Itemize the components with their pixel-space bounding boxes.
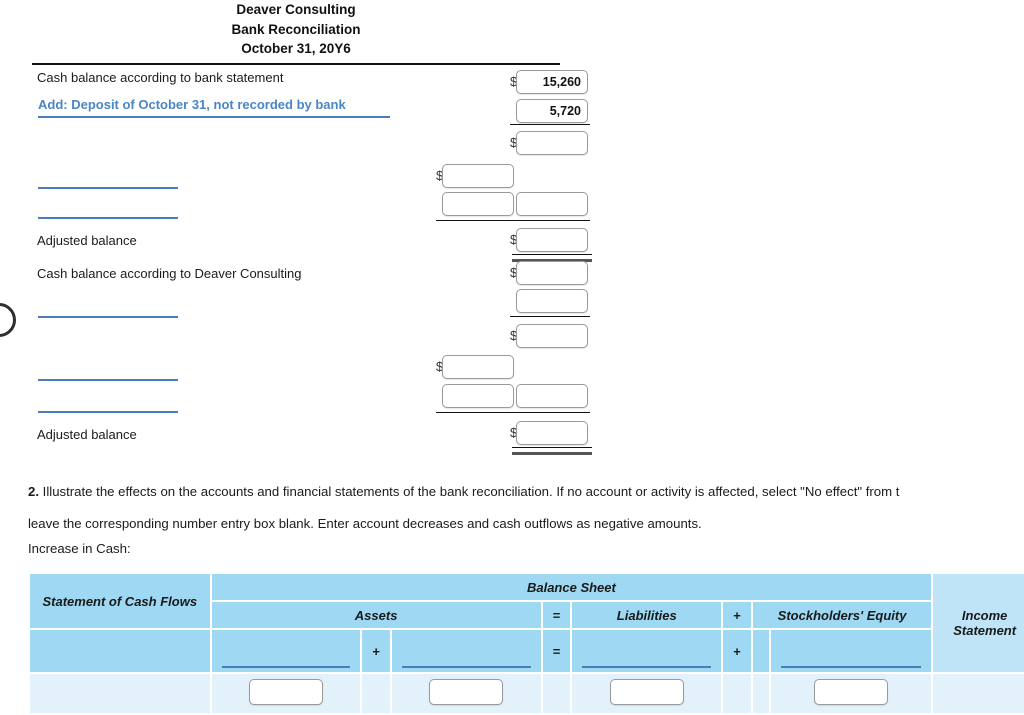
row-book-subtotal: $ <box>32 323 588 352</box>
cell-spacer-2 <box>752 674 770 713</box>
row-bank-subtotal: $ <box>32 123 590 159</box>
bank-deduction-2-select[interactable] <box>38 198 178 219</box>
book-deduction-2-input[interactable] <box>442 383 514 408</box>
cell-liability-amount <box>572 674 722 713</box>
book-addition-1-input[interactable] <box>516 288 588 313</box>
statement-date: October 31, 20Y6 <box>241 41 351 56</box>
asset-2-select[interactable] <box>401 665 531 668</box>
equity-select[interactable] <box>781 665 922 668</box>
liability-select[interactable] <box>582 665 712 668</box>
row-bank-balance: Cash balance according to bank statement… <box>32 65 588 96</box>
company-balance-input[interactable] <box>516 260 588 285</box>
cell-liability-select <box>572 630 722 672</box>
cell-cash-flow-amount <box>30 674 210 713</box>
row-book-addition-1 <box>32 288 590 323</box>
asset-1-amount-input[interactable] <box>248 679 323 705</box>
operator-plus-assets: + <box>362 630 390 672</box>
question-2-line-1: 2. Illustrate the effects on the account… <box>28 476 1024 508</box>
bank-balance-input[interactable]: 15,260 <box>516 69 588 94</box>
adjusted-balance-label: Adjusted balance <box>37 232 137 248</box>
operator-equals-2: = <box>542 630 571 672</box>
book-deduction-1-input[interactable] <box>442 354 514 379</box>
row-company-balance: Cash balance according to Deaver Consult… <box>32 258 588 288</box>
cell-equity-amount <box>771 674 932 713</box>
book-deduction-2-select[interactable] <box>38 392 178 413</box>
row-bank-deduction-2 <box>32 189 590 226</box>
bank-reconciliation-form: Deaver Consulting Bank Reconciliation Oc… <box>32 0 592 455</box>
book-deduction-1-select[interactable] <box>38 360 178 381</box>
book-deductions-total-input[interactable] <box>516 383 588 408</box>
cell-income-statement-amount <box>933 674 1024 713</box>
book-addition-1-select[interactable] <box>38 297 178 318</box>
book-deduction-subtotal-rule <box>436 411 512 413</box>
statement-doc-title: Bank Reconciliation <box>231 21 361 37</box>
operator-equals: = <box>542 602 571 628</box>
bank-deduction-1-input[interactable] <box>442 163 514 188</box>
table-row-group-headers: Statement of Cash Flows Balance Sheet In… <box>30 574 1024 672</box>
row-add-deposit: Add: Deposit of October 31, not recorded… <box>32 96 588 126</box>
row-adjusted-balance-book: Adjusted balance $ <box>32 420 592 455</box>
liability-amount-input[interactable] <box>609 679 684 705</box>
question-2-text-1: Illustrate the effects on the accounts a… <box>42 484 900 499</box>
cell-asset-2-amount <box>391 674 541 713</box>
bank-total-rule <box>510 219 590 221</box>
adjusted-balance-bank-input[interactable] <box>516 227 588 252</box>
operator-plus-2: + <box>723 630 751 672</box>
header-income-statement: Income Statement <box>933 574 1024 672</box>
header-stockholders-equity: Stockholders' Equity <box>752 602 932 628</box>
statement-company-name: Deaver Consulting <box>236 2 356 17</box>
book-subtotal-rule <box>510 315 590 317</box>
cell-asset-1-select <box>211 630 361 672</box>
bank-subtotal-rule <box>510 123 590 125</box>
asset-2-amount-input[interactable] <box>429 679 504 705</box>
bank-deduction-1-select[interactable] <box>38 168 178 189</box>
cell-asset-2-select <box>391 630 541 672</box>
book-total-rule <box>510 411 590 413</box>
adjusted-balance-book-double-rule <box>512 446 592 455</box>
header-statement-of-cash-flows: Statement of Cash Flows <box>30 574 210 628</box>
asset-1-select[interactable] <box>221 665 351 668</box>
adjusted-balance-book-input[interactable] <box>516 420 588 445</box>
company-balance-label: Cash balance according to Deaver Consult… <box>37 265 302 281</box>
cell-asset-1-amount <box>211 674 361 713</box>
bank-deduction-2-input[interactable] <box>442 191 514 216</box>
row-book-deduction-2 <box>32 383 590 420</box>
bank-deduction-subtotal-rule <box>436 219 512 221</box>
bank-deductions-total-input[interactable] <box>516 191 588 216</box>
header-assets: Assets <box>211 602 541 628</box>
table-row-amount-entries <box>30 674 1024 713</box>
cell-cash-flow-select <box>30 630 210 672</box>
adjusted-balance-label-2: Adjusted balance <box>37 426 137 442</box>
row-bank-deduction-1: $ <box>32 159 560 189</box>
header-balance-sheet: Balance Sheet <box>211 574 932 600</box>
header-liabilities: Liabilities <box>572 602 722 628</box>
book-subtotal-input[interactable] <box>516 323 588 348</box>
question-2-number: 2. <box>28 484 39 499</box>
cell-equity-select <box>771 630 932 672</box>
bank-subtotal-input[interactable] <box>516 130 588 155</box>
add-deposit-input[interactable]: 5,720 <box>516 98 588 123</box>
equity-amount-input[interactable] <box>814 679 889 705</box>
row-book-deduction-1: $ <box>32 352 560 383</box>
bank-balance-label: Cash balance according to bank statement <box>37 69 284 85</box>
question-2-line-2: leave the corresponding number entry box… <box>28 516 702 531</box>
effects-table: Statement of Cash Flows Balance Sheet In… <box>28 572 1024 715</box>
cell-op-3 <box>723 674 751 713</box>
cutoff-circle-artifact <box>0 303 16 337</box>
question-2-block: 2. Illustrate the effects on the account… <box>28 476 1024 540</box>
increase-in-cash-label: Increase in Cash: <box>28 541 131 556</box>
cell-op-2 <box>542 674 571 713</box>
cell-spacer <box>752 630 770 672</box>
add-deposit-select[interactable]: Add: Deposit of October 31, not recorded… <box>38 97 390 118</box>
table-row-account-selects: + = + <box>30 630 1024 672</box>
row-adjusted-balance-bank: Adjusted balance $ <box>32 226 592 262</box>
cell-op-1 <box>362 674 390 713</box>
operator-plus: + <box>723 602 751 628</box>
